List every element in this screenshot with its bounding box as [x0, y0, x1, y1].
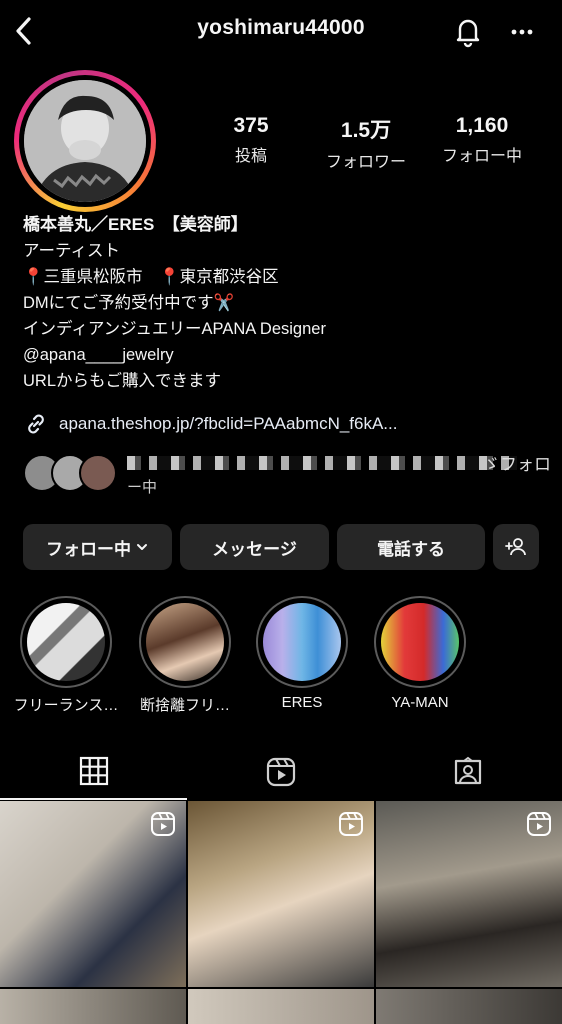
- bio-line: インディアンジュエリーAPANA Designer: [23, 320, 326, 338]
- profile-bio: 橋本善丸／ERES 【美容師】 アーティスト 📍三重県松阪市 📍東京都渋谷区 D…: [23, 212, 543, 394]
- posts-grid: [0, 801, 562, 1024]
- highlight-cover: [27, 603, 105, 681]
- message-button-label: メッセージ: [212, 539, 297, 559]
- call-button[interactable]: 電話する: [337, 524, 485, 570]
- highlight-label: ERES: [281, 694, 323, 711]
- highlight-label: フリーランス…: [13, 697, 119, 714]
- followers-number: 1.5万: [340, 119, 392, 142]
- highlight-cover: [263, 603, 341, 681]
- call-button-label: 電話する: [377, 539, 445, 559]
- followers-count[interactable]: 1.5万 フォロワー: [314, 114, 418, 172]
- tab-posts[interactable]: [0, 744, 187, 800]
- following-button-label: フォロー中: [46, 539, 131, 559]
- following-button[interactable]: フォロー中: [23, 524, 172, 570]
- location-text: 📍三重県松阪市 📍東京都渋谷区: [23, 268, 279, 286]
- top-bar: yoshimaru44000: [0, 0, 562, 62]
- mutual-tail-text: ー中: [127, 478, 158, 496]
- highlight-cover: [146, 603, 224, 681]
- following-label: フォロー中: [441, 146, 522, 165]
- reels-icon: [266, 757, 295, 787]
- following-number: 1,160: [455, 114, 509, 137]
- story-ring[interactable]: [14, 70, 156, 212]
- posts-count[interactable]: 375 投稿: [213, 114, 289, 166]
- highlight-item[interactable]: フリーランス…: [14, 596, 118, 715]
- profile-tabs: [0, 744, 562, 800]
- suggested-users-button[interactable]: [493, 524, 539, 570]
- post-thumbnail[interactable]: [376, 801, 562, 987]
- chevron-down-icon: [137, 544, 147, 550]
- category-label: アーティスト: [23, 242, 121, 260]
- notifications-button[interactable]: [451, 14, 485, 48]
- posts-label: 投稿: [234, 146, 267, 165]
- mutual-followers[interactable]: ゞフォロ ー中: [23, 450, 551, 496]
- bio-line: DMにてご予約受付中です✂️: [23, 294, 235, 312]
- tab-tagged[interactable]: [374, 744, 561, 800]
- mutual-avatar: [79, 454, 117, 492]
- add-user-icon: [505, 538, 526, 556]
- highlight-cover: [381, 603, 459, 681]
- bell-icon: [456, 19, 480, 48]
- highlight-item[interactable]: YA-MAN: [374, 596, 466, 711]
- tab-reels[interactable]: [187, 744, 374, 800]
- highlight-label: YA-MAN: [391, 694, 449, 711]
- bio-mention-link[interactable]: @apana____jewelry: [23, 342, 543, 368]
- post-thumbnail[interactable]: [188, 801, 374, 987]
- external-link-text: apana.theshop.jp/?fbclid=PAAabmcN_f6kA..…: [59, 414, 398, 433]
- followers-label: フォロワー: [325, 152, 406, 171]
- reel-badge-icon: [527, 812, 551, 836]
- avatar: [24, 80, 146, 202]
- posts-number: 375: [233, 114, 269, 137]
- highlight-item[interactable]: ERES: [256, 596, 348, 711]
- blurred-mutual-names: [127, 456, 517, 470]
- external-link[interactable]: apana.theshop.jp/?fbclid=PAAabmcN_f6kA..…: [23, 410, 543, 438]
- post-thumbnail[interactable]: [0, 801, 186, 987]
- display-name: 橋本善丸／ERES 【美容師】: [23, 215, 248, 234]
- message-button[interactable]: メッセージ: [180, 524, 329, 570]
- following-count[interactable]: 1,160 フォロー中: [430, 114, 534, 166]
- grid-icon: [79, 756, 108, 786]
- post-thumbnail[interactable]: [0, 989, 186, 1024]
- more-horizontal-icon: [511, 29, 533, 35]
- tagged-icon: [454, 756, 481, 785]
- highlight-label: 断捨離フリ…: [139, 697, 230, 714]
- link-icon: [28, 414, 44, 434]
- highlight-item[interactable]: 断捨離フリ…: [139, 596, 231, 715]
- reel-badge-icon: [151, 812, 175, 836]
- bio-line: URLからもご購入できます: [23, 372, 222, 390]
- more-options-button[interactable]: [505, 14, 539, 48]
- reel-badge-icon: [339, 812, 363, 836]
- mutual-tail-text: ゞフォロ: [483, 455, 551, 475]
- post-thumbnail[interactable]: [188, 989, 374, 1024]
- post-thumbnail[interactable]: [376, 989, 562, 1024]
